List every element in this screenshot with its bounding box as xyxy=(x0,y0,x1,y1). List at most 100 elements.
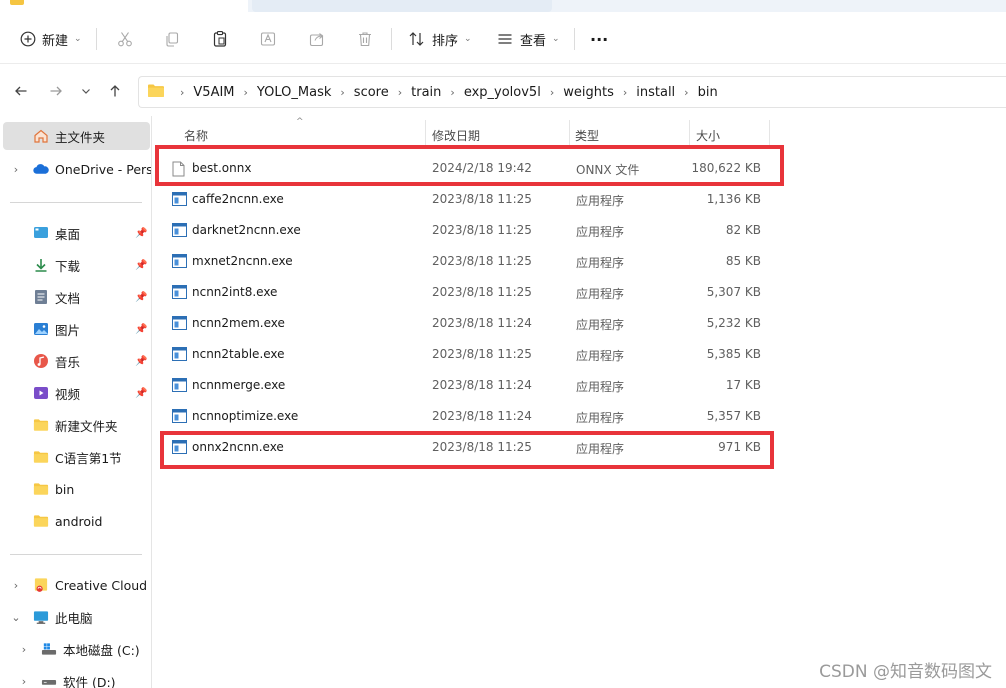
rename-button[interactable] xyxy=(259,26,277,52)
new-label: 新建 xyxy=(42,33,69,49)
file-row[interactable]: ncnn2int8.exe 2023/8/18 11:25 应用程序 5,307 KB xyxy=(163,277,763,308)
sidebar-item-c-lesson[interactable]: C语言第1节 xyxy=(0,443,151,471)
delete-button[interactable] xyxy=(356,26,374,52)
column-header-name[interactable]: 名称 xyxy=(184,127,208,144)
sidebar-item-label: OneDrive - Perso xyxy=(55,161,152,177)
sidebar-item-videos[interactable]: 视频 📌 xyxy=(0,379,151,407)
file-row[interactable]: ncnn2mem.exe 2023/8/18 11:24 应用程序 5,232 KB xyxy=(163,308,763,339)
sidebar-item-new-folder[interactable]: 新建文件夹 xyxy=(0,411,151,439)
sidebar-item-creative-cloud[interactable]: › Creative Cloud F xyxy=(0,571,151,599)
view-button[interactable]: 查看 ⌄ xyxy=(496,26,560,52)
file-date: 2023/8/18 11:25 xyxy=(432,223,532,237)
rename-icon xyxy=(259,30,277,48)
application-icon xyxy=(172,223,187,238)
sort-button[interactable]: 排序 ⌄ xyxy=(408,26,472,52)
sidebar-item-label: 图片 xyxy=(55,322,81,338)
file-name: mxnet2ncnn.exe xyxy=(192,254,293,268)
chevron-down-icon: ⌄ xyxy=(74,34,82,44)
sidebar-item-desktop[interactable]: 桌面 📌 xyxy=(0,219,151,247)
application-icon xyxy=(172,409,187,424)
sidebar-item-documents[interactable]: 文档 📌 xyxy=(0,283,151,311)
sidebar-item-label: 本地磁盘 (C:) xyxy=(63,642,140,658)
more-options-button[interactable]: ··· xyxy=(590,26,608,52)
folder-icon xyxy=(33,417,49,433)
file-type: 应用程序 xyxy=(576,256,625,270)
sidebar-item-music[interactable]: 音乐 📌 xyxy=(0,347,151,375)
breadcrumb[interactable]: score xyxy=(354,85,389,100)
tab-strip xyxy=(0,0,1006,12)
view-label: 查看 xyxy=(520,33,547,49)
address-bar[interactable]: › V5AIM › YOLO_Mask › score › train › ex… xyxy=(138,76,1006,108)
file-row[interactable]: darknet2ncnn.exe 2023/8/18 11:25 应用程序 82 KB xyxy=(163,215,763,246)
file-row[interactable]: caffe2ncnn.exe 2023/8/18 11:25 应用程序 1,136 K… xyxy=(163,184,763,215)
file-size: 85 KB xyxy=(725,254,761,268)
breadcrumb[interactable]: exp_yolov5l xyxy=(464,85,541,100)
breadcrumb[interactable]: bin xyxy=(698,85,718,100)
column-header-size[interactable]: 大小 xyxy=(696,127,720,144)
pin-icon: 📌 xyxy=(135,387,148,399)
share-button[interactable] xyxy=(308,26,326,52)
cut-button[interactable] xyxy=(116,26,134,52)
back-button[interactable] xyxy=(12,82,30,100)
chevron-right-icon: › xyxy=(622,85,628,99)
breadcrumb[interactable]: train xyxy=(411,85,441,100)
folder-icon xyxy=(33,449,49,465)
file-row[interactable]: mxnet2ncnn.exe 2023/8/18 11:25 应用程序 85 KB xyxy=(163,246,763,277)
new-button[interactable]: 新建 ⌄ xyxy=(20,26,82,52)
sidebar-item-pictures[interactable]: 图片 📌 xyxy=(0,315,151,343)
file-type: 应用程序 xyxy=(576,194,625,208)
column-divider[interactable] xyxy=(569,120,570,148)
breadcrumb[interactable]: install xyxy=(636,85,675,100)
command-bar: 新建 ⌄ 排序 ⌄ 查看 ⌄ ··· xyxy=(0,12,1006,64)
application-icon xyxy=(172,316,187,331)
sort-icon xyxy=(408,30,426,48)
file-type: 应用程序 xyxy=(576,411,625,425)
sidebar-item-downloads[interactable]: 下载 📌 xyxy=(0,251,151,279)
chevron-right-icon: › xyxy=(243,85,248,99)
active-tab[interactable] xyxy=(0,0,248,12)
sidebar-item-label: 软件 (D:) xyxy=(63,674,116,688)
file-date: 2023/8/18 11:25 xyxy=(432,347,532,361)
chevron-right-icon: › xyxy=(549,85,555,99)
breadcrumb[interactable]: V5AIM xyxy=(193,85,234,100)
column-divider[interactable] xyxy=(689,120,690,148)
windows-drive-icon xyxy=(41,641,57,657)
sidebar-item-bin[interactable]: bin xyxy=(0,475,151,503)
sidebar-item-label: 下载 xyxy=(55,258,81,274)
file-name: ncnn2int8.exe xyxy=(192,285,278,299)
forward-button[interactable] xyxy=(47,82,65,100)
sidebar-item-home[interactable]: 主文件夹 xyxy=(3,122,150,150)
sidebar-item-label: bin xyxy=(55,481,75,497)
chevron-right-icon: › xyxy=(397,85,403,99)
file-date: 2023/8/18 11:24 xyxy=(432,378,532,392)
inactive-tab[interactable] xyxy=(252,0,552,12)
breadcrumb[interactable]: weights xyxy=(563,85,614,100)
recent-locations-button[interactable] xyxy=(77,82,95,100)
column-divider[interactable] xyxy=(425,120,426,148)
column-header-type[interactable]: 类型 xyxy=(575,127,599,144)
breadcrumb[interactable]: YOLO_Mask xyxy=(257,85,331,100)
file-date: 2023/8/18 11:25 xyxy=(432,192,532,206)
sidebar-item-label: 视频 xyxy=(55,386,81,402)
file-row[interactable]: ncnnmerge.exe 2023/8/18 11:24 应用程序 17 KB xyxy=(163,370,763,401)
chevron-right-icon: › xyxy=(13,162,19,176)
sidebar-item-this-pc[interactable]: ⌄ 此电脑 xyxy=(0,603,151,631)
sidebar-item-label: 此电脑 xyxy=(55,610,93,626)
file-row[interactable]: ncnnoptimize.exe 2023/8/18 11:24 应用程序 5,357… xyxy=(163,401,763,432)
file-size: 5,385 KB xyxy=(706,347,761,361)
chevron-down-icon xyxy=(82,89,90,94)
copy-button[interactable] xyxy=(163,26,181,52)
sidebar-item-drive-d[interactable]: › 软件 (D:) xyxy=(0,667,151,688)
up-button[interactable] xyxy=(106,82,124,100)
file-row[interactable]: ncnn2table.exe 2023/8/18 11:25 应用程序 5,385 K… xyxy=(163,339,763,370)
sidebar-item-label: 主文件夹 xyxy=(55,129,106,145)
column-divider[interactable] xyxy=(769,120,770,148)
paste-button[interactable] xyxy=(211,26,229,52)
pin-icon: 📌 xyxy=(135,323,148,335)
column-header-date[interactable]: 修改日期 xyxy=(432,127,480,144)
sidebar-item-android[interactable]: android xyxy=(0,507,151,535)
sidebar-item-onedrive[interactable]: › OneDrive - Perso xyxy=(0,155,152,183)
creative-cloud-folder-icon xyxy=(33,577,49,593)
sidebar-item-drive-c[interactable]: › 本地磁盘 (C:) xyxy=(0,635,151,663)
navigation-pane: 主文件夹 › OneDrive - Perso 桌面 📌 下载 📌 文档 📌 图… xyxy=(0,116,152,688)
